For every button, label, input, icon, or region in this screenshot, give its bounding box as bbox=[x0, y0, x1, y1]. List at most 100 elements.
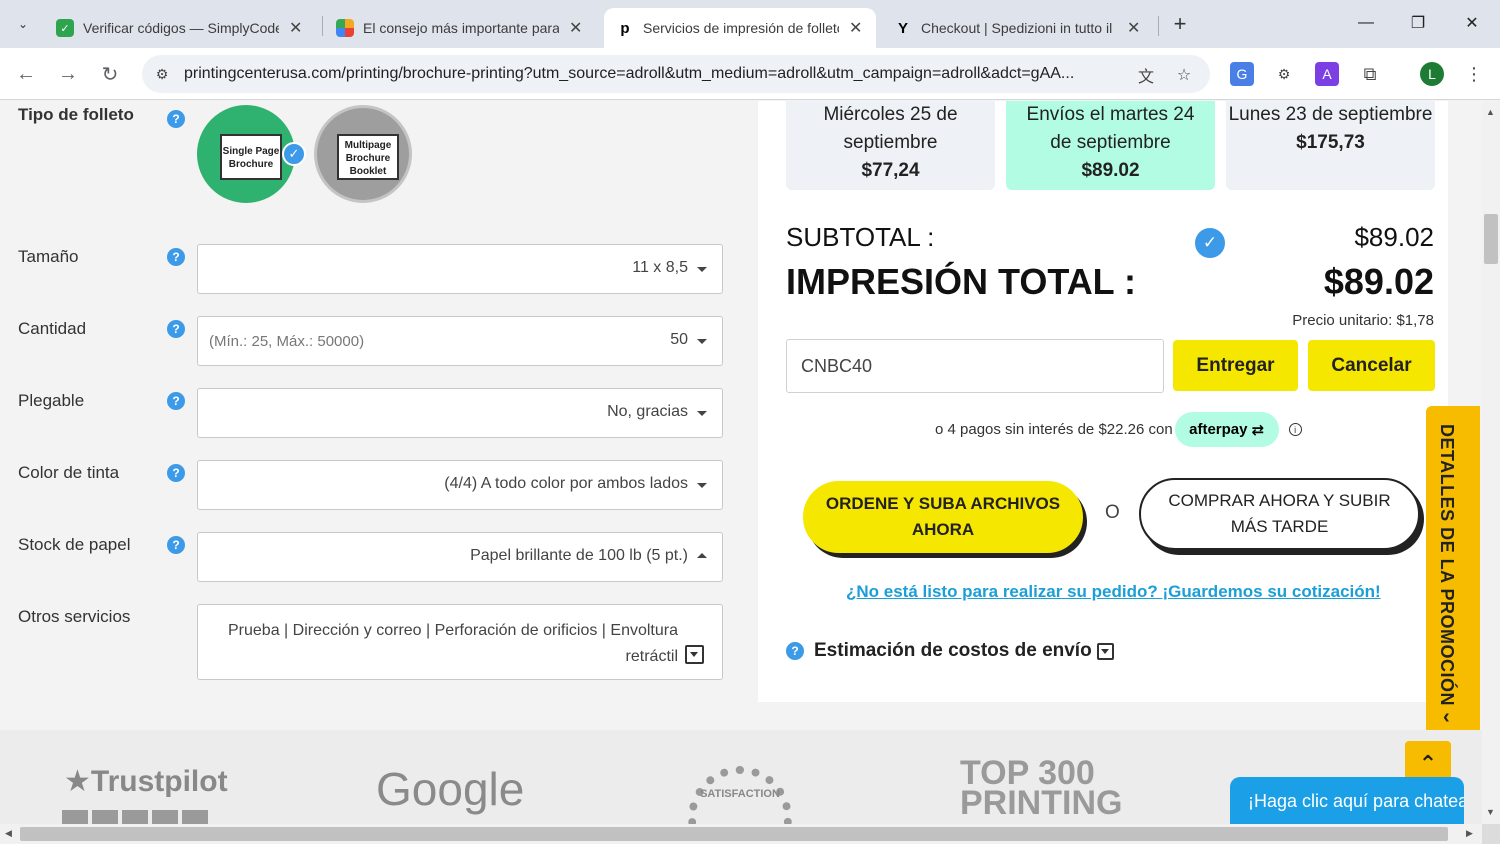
text-extension-icon[interactable]: A bbox=[1315, 62, 1339, 86]
folding-value: No, gracias bbox=[607, 403, 688, 420]
close-tab-icon[interactable]: ✕ bbox=[849, 18, 862, 38]
buy-now-upload-later-button[interactable]: COMPRAR AHORA Y SUBIR MÁS TARDE bbox=[1139, 478, 1420, 550]
subtotal-value: $89.02 bbox=[1354, 222, 1434, 252]
scrollbar-thumb[interactable] bbox=[1484, 214, 1498, 264]
chevron-down-icon bbox=[697, 339, 707, 344]
address-bar[interactable]: ⚙ printingcenterusa.com/printing/brochur… bbox=[142, 55, 1210, 93]
size-label: Tamaño bbox=[18, 247, 79, 266]
scrollbar-thumb[interactable] bbox=[20, 827, 1448, 841]
shipping-date: Miércoles 25 de septiembre bbox=[823, 104, 958, 153]
shipping-estimate-toggle[interactable]: ? Estimación de costos de envío bbox=[786, 640, 1114, 662]
translate-icon[interactable]: 文 bbox=[1135, 64, 1157, 86]
quantity-value: 50 bbox=[670, 331, 688, 348]
browser-toolbar: ← → ↻ ⚙ printingcenterusa.com/printing/b… bbox=[0, 48, 1500, 100]
vertical-scrollbar[interactable]: ▲ ▼ bbox=[1482, 101, 1500, 824]
tab-simplycode[interactable]: ✓ Verificar códigos — SimplyCode ✕ bbox=[44, 8, 314, 48]
cancel-coupon-button[interactable]: Cancelar bbox=[1308, 340, 1435, 391]
cnbc-favicon-icon bbox=[336, 19, 354, 37]
back-arrow-icon[interactable]: ← bbox=[12, 60, 40, 88]
order-upload-now-button[interactable]: ORDENE Y SUBA ARCHIVOS AHORA bbox=[803, 481, 1083, 553]
submit-coupon-button[interactable]: Entregar bbox=[1173, 340, 1298, 391]
unit-price: Precio unitario: $1,78 bbox=[1292, 312, 1434, 329]
page-content: Tipo de folleto ? Single Page Brochure ✓… bbox=[0, 101, 1482, 824]
scroll-left-arrow-icon[interactable]: ◀ bbox=[5, 828, 12, 839]
google-translate-extension-icon[interactable]: G bbox=[1230, 62, 1254, 86]
afterpay-text: o 4 pagos sin interés de $22.26 con bbox=[935, 421, 1173, 438]
help-icon[interactable]: ? bbox=[167, 248, 185, 266]
printingcenter-favicon-icon: p bbox=[616, 19, 634, 37]
total-value: $89.02 bbox=[1323, 261, 1434, 302]
ink-color-select[interactable]: (4/4) A todo color por ambos lados bbox=[197, 460, 723, 510]
promotion-details-tab[interactable]: DETALLES DE LA PROMOCIÓN ‹ bbox=[1426, 406, 1480, 744]
other-services-value: Prueba | Dirección y correo | Perforació… bbox=[228, 622, 678, 665]
shipping-estimate-label: Estimación de costos de envío bbox=[814, 640, 1092, 661]
paper-stock-select[interactable]: Papel brillante de 100 lb (5 pt.) bbox=[197, 532, 723, 582]
restore-window-button[interactable]: ❐ bbox=[1398, 8, 1438, 38]
order-summary-panel bbox=[758, 101, 1448, 702]
horizontal-scrollbar[interactable]: ◀ ▶ bbox=[0, 824, 1482, 844]
help-icon[interactable]: ? bbox=[786, 642, 804, 660]
close-tab-icon[interactable]: ✕ bbox=[569, 18, 582, 38]
tab-title: El consejo más importante para bbox=[363, 20, 559, 36]
or-separator: O bbox=[1105, 502, 1120, 523]
shipping-date: Lunes 23 de septiembre bbox=[1228, 104, 1433, 125]
tab-printingcenter[interactable]: p Servicios de impresión de folleto ✕ bbox=[604, 8, 876, 48]
robot-extension-icon[interactable]: ⚙ bbox=[1272, 62, 1296, 86]
shipping-option-card[interactable]: Lunes 23 de septiembre $175,73 bbox=[1226, 101, 1435, 190]
tab-checkout[interactable]: Y Checkout | Spedizioni in tutto il ✕ bbox=[882, 8, 1152, 48]
tab-title: Servicios de impresión de folleto bbox=[643, 20, 839, 36]
shipping-price: $175,73 bbox=[1296, 132, 1365, 153]
help-icon[interactable]: ? bbox=[167, 464, 185, 482]
brochure-option-single-page[interactable]: Single Page Brochure ✓ bbox=[197, 105, 306, 203]
chat-button[interactable]: ¡Haga clic aquí para chatear! bbox=[1230, 777, 1464, 824]
shipping-option-card-selected[interactable]: Envíos el martes 24 de septiembre $89.02 bbox=[1006, 101, 1215, 190]
profile-avatar[interactable]: L bbox=[1420, 62, 1444, 86]
top300-logo: TOP 300 PRINTING bbox=[960, 754, 1123, 822]
afterpay-badge[interactable]: afterpay ⇄ bbox=[1174, 412, 1279, 447]
satisfaction-seal: SATISFACTION bbox=[688, 766, 792, 824]
help-icon[interactable]: ? bbox=[167, 392, 185, 410]
ink-color-value: (4/4) A todo color por ambos lados bbox=[444, 475, 688, 492]
quantity-select[interactable]: (Mín.: 25, Máx.: 50000) 50 bbox=[197, 316, 723, 366]
help-icon[interactable]: ? bbox=[167, 110, 185, 128]
brochure-option-label: Single Page Brochure bbox=[220, 134, 282, 180]
dropdown-toggle-icon[interactable] bbox=[685, 645, 704, 664]
chevron-down-icon bbox=[697, 267, 707, 272]
tab-cnbc[interactable]: El consejo más importante para ✕ bbox=[324, 8, 594, 48]
close-window-button[interactable]: ✕ bbox=[1452, 8, 1492, 38]
minimize-window-button[interactable]: — bbox=[1346, 8, 1386, 38]
help-icon[interactable]: ? bbox=[167, 536, 185, 554]
shipping-price: $77,24 bbox=[861, 160, 920, 181]
coupon-value: CNBC40 bbox=[801, 356, 873, 376]
save-quote-link[interactable]: ¿No está listo para realizar su pedido? … bbox=[846, 582, 1381, 602]
new-tab-button[interactable]: + bbox=[1166, 10, 1194, 38]
tab-separator bbox=[1158, 16, 1159, 36]
shipping-option-card[interactable]: Miércoles 25 de septiembre $77,24 bbox=[786, 101, 995, 190]
scroll-right-arrow-icon[interactable]: ▶ bbox=[1466, 828, 1473, 839]
folding-select[interactable]: No, gracias bbox=[197, 388, 723, 438]
coupon-input[interactable]: CNBC40 bbox=[786, 339, 1164, 393]
bookmark-star-icon[interactable]: ☆ bbox=[1173, 64, 1195, 86]
scroll-down-arrow-icon[interactable]: ▼ bbox=[1486, 807, 1495, 817]
total-label: IMPRESIÓN TOTAL : bbox=[786, 261, 1137, 302]
browser-menu-icon[interactable]: ⋮ bbox=[1462, 62, 1486, 86]
brochure-option-multipage[interactable]: Multipage Brochure Booklet bbox=[314, 105, 412, 203]
close-tab-icon[interactable]: ✕ bbox=[289, 18, 302, 38]
other-services-select[interactable]: Prueba | Dirección y correo | Perforació… bbox=[197, 604, 723, 680]
info-icon[interactable]: i bbox=[1288, 423, 1302, 436]
forward-arrow-icon[interactable]: → bbox=[54, 60, 82, 88]
help-icon[interactable]: ? bbox=[167, 320, 185, 338]
selected-check-icon: ✓ bbox=[282, 142, 306, 166]
paper-stock-label: Stock de papel bbox=[18, 535, 131, 554]
extensions-puzzle-icon[interactable]: ⧉ bbox=[1358, 62, 1382, 86]
tab-search-button[interactable]: ⌄ bbox=[8, 10, 38, 38]
site-settings-icon[interactable]: ⚙ bbox=[152, 64, 172, 84]
tab-title: Checkout | Spedizioni in tutto il bbox=[921, 20, 1113, 36]
reload-icon[interactable]: ↻ bbox=[96, 60, 124, 88]
scroll-up-arrow-icon[interactable]: ▲ bbox=[1486, 107, 1495, 117]
google-logo: Google bbox=[376, 763, 525, 815]
close-tab-icon[interactable]: ✕ bbox=[1127, 18, 1140, 38]
url-text[interactable]: printingcenterusa.com/printing/brochure-… bbox=[184, 65, 1124, 83]
size-select[interactable]: 11 x 8,5 bbox=[197, 244, 723, 294]
selected-check-icon: ✓ bbox=[1193, 226, 1227, 260]
